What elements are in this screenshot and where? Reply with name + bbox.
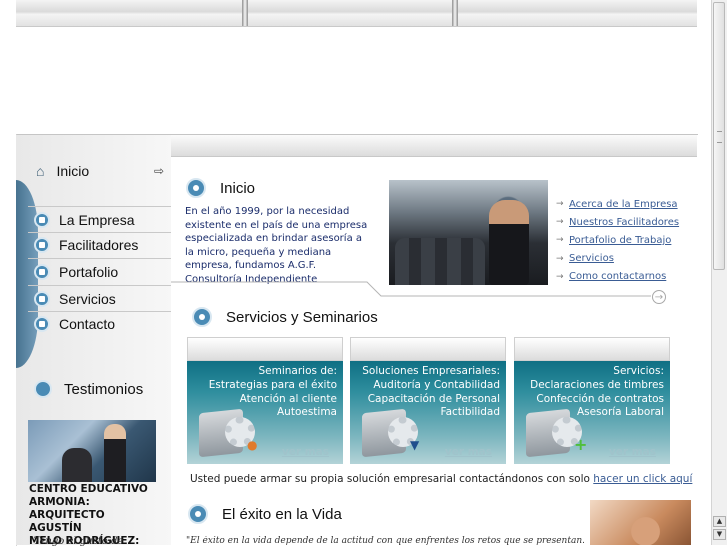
- sidebar-item-label: Contacto: [59, 316, 116, 332]
- palette-icon: ●: [247, 438, 258, 452]
- bolt-decoration: [242, 0, 248, 26]
- portfolio-icon: [34, 264, 50, 280]
- arrow-icon: →: [556, 217, 564, 228]
- sidebar-item-la-empresa[interactable]: La Empresa: [28, 208, 171, 232]
- sidebar-item-facilitadores[interactable]: Facilitadores: [28, 233, 171, 257]
- card-body: Soluciones Empresariales: Auditoría y Co…: [350, 361, 506, 464]
- next-arrow-icon[interactable]: →: [652, 290, 666, 304]
- arrow-icon: →: [556, 235, 564, 246]
- arrow-right-icon: ⇨: [153, 164, 164, 178]
- link-servicios[interactable]: Servicios: [569, 253, 614, 264]
- scrollbar-thumb[interactable]: [713, 2, 725, 270]
- card-header: [187, 337, 343, 361]
- arrow-icon: →: [556, 199, 564, 210]
- page-title: Inicio: [220, 179, 256, 197]
- testimonial-photo: [28, 420, 156, 482]
- vertical-scrollbar[interactable]: ▲ ▼: [711, 0, 727, 545]
- quick-link-row: → Nuestros Facilitadores: [556, 213, 679, 231]
- bolt-decoration: [452, 0, 458, 26]
- card-line: Declaraciones de timbres: [530, 378, 664, 391]
- content-header-bar: [171, 135, 697, 157]
- person-icon: [34, 291, 50, 307]
- testimonial-line: CENTRO EDUCATIVO: [29, 483, 148, 495]
- mail-icon: [34, 316, 50, 332]
- divider: [28, 258, 171, 259]
- service-card-soluciones: Soluciones Empresariales: Auditoría y Co…: [350, 337, 506, 464]
- bullet-icon: [186, 178, 206, 198]
- quick-link-row: → Portafolio de Trabajo: [556, 231, 679, 249]
- card-line: Atención al cliente: [239, 392, 337, 405]
- card-header: [514, 337, 670, 361]
- armar-solucion-text: Usted puede armar su propia solución emp…: [190, 473, 692, 485]
- card-line: Capacitación de Personal: [367, 392, 500, 405]
- link-acerca[interactable]: Acerca de la Empresa: [569, 199, 678, 210]
- person-icon: [34, 237, 50, 253]
- plus-icon: +: [574, 435, 588, 454]
- building-icon: [34, 212, 50, 228]
- section-title: El éxito en la Vida: [222, 505, 342, 523]
- card-body: Seminarios de: Estrategias para el éxito…: [187, 361, 343, 464]
- link-portafolio[interactable]: Portafolio de Trabajo: [569, 235, 671, 246]
- ver-mas-link[interactable]: ver mas: [282, 446, 329, 458]
- home-icon: ⌂: [36, 163, 45, 179]
- sidebar-item-portafolio[interactable]: Portafolio: [28, 260, 171, 284]
- download-icon: [192, 307, 212, 327]
- person-icon: [188, 504, 208, 524]
- scroll-up-icon[interactable]: ▲: [713, 516, 726, 527]
- card-body: Servicios: Declaraciones de timbres Conf…: [514, 361, 670, 464]
- hero-photo: [389, 180, 548, 285]
- sidebar-item-label: La Empresa: [59, 212, 135, 228]
- link-facilitadores[interactable]: Nuestros Facilitadores: [569, 217, 679, 228]
- card-line: Confección de contratos: [536, 392, 664, 405]
- service-card-servicios: Servicios: Declaraciones de timbres Conf…: [514, 337, 670, 464]
- click-aqui-link[interactable]: hacer un click aquí: [593, 473, 692, 485]
- quick-links: → Acerca de la Empresa → Nuestros Facilita…: [556, 195, 679, 286]
- section-title: Servicios y Seminarios: [226, 308, 378, 326]
- divider: [28, 285, 171, 286]
- quick-link-row: → Servicios: [556, 250, 679, 268]
- armar-text: Usted puede armar su propia solución emp…: [190, 473, 594, 485]
- servicios-heading: Servicios y Seminarios: [192, 307, 378, 327]
- card-line: Servicios:: [613, 365, 664, 377]
- pause-icon: [34, 380, 52, 398]
- sidebar-item-home[interactable]: ⌂ Inicio ⇨: [36, 160, 164, 182]
- arrow-icon: →: [556, 253, 564, 264]
- scroll-down-icon[interactable]: ▼: [713, 529, 726, 540]
- checkbox-icon: ▼: [410, 438, 420, 452]
- sidebar-item-label: Servicios: [59, 291, 116, 307]
- sidebar-item-label: Portafolio: [59, 264, 119, 280]
- card-header: [350, 337, 506, 361]
- testimonial-line: ARQUITECTO AGUSTÍN: [29, 509, 105, 534]
- section-divider: [171, 281, 651, 297]
- sidebar-item-label: Facilitadores: [59, 237, 139, 253]
- exito-heading: El éxito en la Vida: [188, 504, 342, 524]
- inicio-paragraph: En el año 1999, por la necesidad existen…: [185, 206, 368, 285]
- card-line: Estrategias para el éxito: [208, 378, 337, 391]
- ver-mas-link[interactable]: ver mas: [445, 446, 492, 458]
- inicio-heading: Inicio: [186, 178, 255, 198]
- testimonios-title: Testimonios: [64, 380, 144, 398]
- sidebar-item-contacto[interactable]: Contacto: [28, 312, 171, 336]
- divider: [28, 206, 171, 207]
- testimonial-quote: "Tengo el gusto de: [29, 536, 124, 547]
- testimonial-line: ARMONIA:: [29, 496, 90, 508]
- card-line: Soluciones Empresariales:: [362, 365, 500, 377]
- top-banner-bar: [16, 0, 697, 27]
- sidebar-item-servicios[interactable]: Servicios: [28, 287, 171, 311]
- ver-mas-link[interactable]: ver mas: [609, 446, 656, 458]
- quick-link-row: → Acerca de la Empresa: [556, 195, 679, 213]
- hands-photo: [590, 500, 691, 545]
- service-card-seminarios: Seminarios de: Estrategias para el éxito…: [187, 337, 343, 464]
- card-line: Seminarios de:: [258, 365, 338, 377]
- testimonios-heading: Testimonios: [34, 380, 143, 398]
- sidebar-item-label: Inicio: [56, 163, 90, 179]
- card-line: Auditoría y Contabilidad: [373, 378, 500, 391]
